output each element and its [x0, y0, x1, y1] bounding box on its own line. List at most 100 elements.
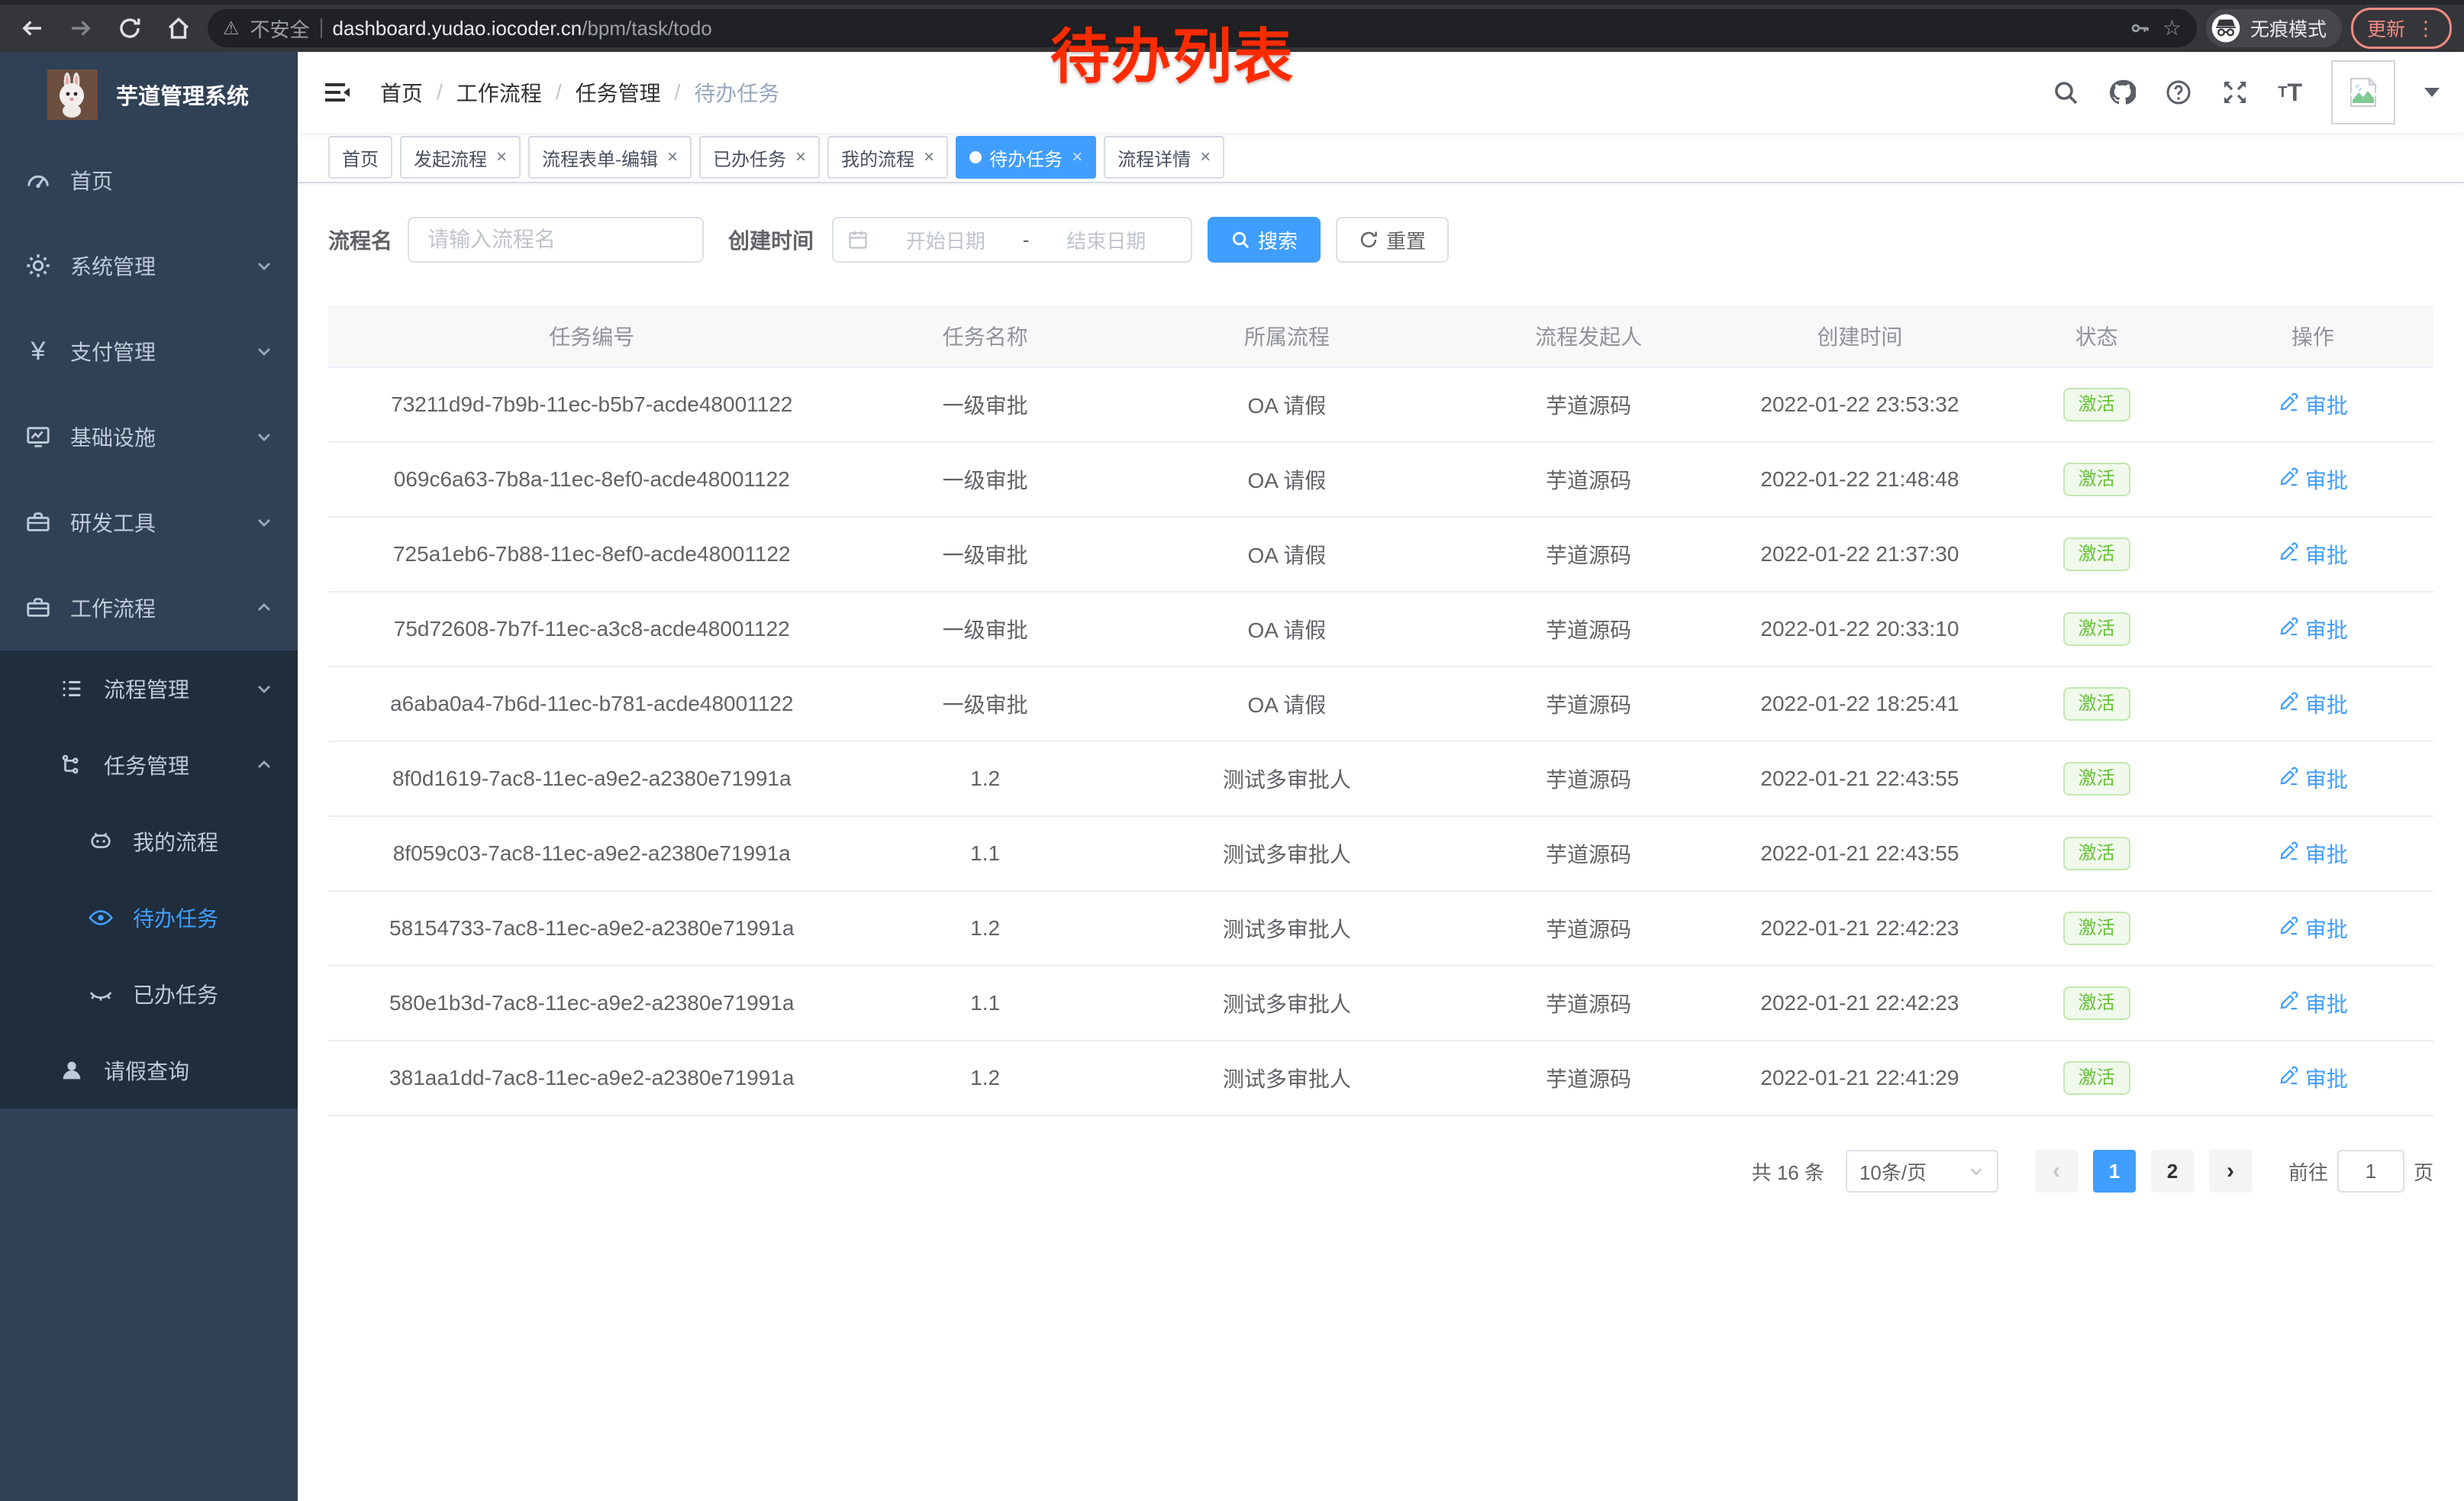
- cell-created: 2022-01-21 22:42:23: [1718, 966, 2001, 1041]
- page-button-1[interactable]: 1: [2093, 1150, 2136, 1193]
- fullscreen-icon[interactable]: [2221, 79, 2249, 106]
- approve-link[interactable]: 审批: [2278, 1063, 2348, 1093]
- close-icon[interactable]: ×: [495, 148, 507, 166]
- process-name-input[interactable]: [408, 217, 704, 263]
- status-badge: 激活: [2063, 537, 2130, 571]
- search-icon[interactable]: [2052, 79, 2079, 106]
- sidebar-item-12[interactable]: 请假查询: [0, 1032, 298, 1109]
- reset-button[interactable]: 重置: [1336, 217, 1449, 263]
- tab-4[interactable]: 已办任务×: [699, 136, 820, 179]
- sidebar-toggle-icon[interactable]: [322, 77, 353, 108]
- app-logo[interactable]: 芋道管理系统: [0, 52, 298, 137]
- page-unit-label: 页: [2414, 1157, 2433, 1186]
- breadcrumb-separator: /: [675, 80, 681, 105]
- list-icon: [58, 675, 85, 702]
- cell-created: 2022-01-22 21:37:30: [1718, 517, 2001, 592]
- page-size-select[interactable]: 10条/页: [1846, 1150, 1998, 1193]
- sidebar-item-10[interactable]: 待办任务: [0, 880, 298, 956]
- search-button[interactable]: 搜索: [1208, 217, 1321, 263]
- tab-5[interactable]: 我的流程×: [827, 136, 948, 179]
- edit-icon: [2278, 392, 2299, 418]
- sidebar-item-label: 流程管理: [104, 673, 255, 704]
- help-icon[interactable]: [2165, 79, 2192, 106]
- approve-link[interactable]: 审批: [2278, 913, 2348, 944]
- approve-link[interactable]: 审批: [2278, 988, 2348, 1018]
- approve-link[interactable]: 审批: [2278, 539, 2348, 570]
- github-icon[interactable]: [2108, 79, 2136, 106]
- pagination: 共 16 条 10条/页 ‹ 12 › 前往 页: [328, 1150, 2433, 1238]
- sidebar-item-2[interactable]: 系统管理: [0, 223, 298, 308]
- tab-2[interactable]: 发起流程×: [400, 136, 521, 179]
- date-range-input[interactable]: 开始日期 - 结束日期: [832, 217, 1192, 263]
- browser-menu-icon[interactable]: ⋮: [2416, 17, 2436, 40]
- sidebar-item-1[interactable]: 首页: [0, 137, 298, 223]
- page-button-2[interactable]: 2: [2151, 1150, 2194, 1193]
- avatar[interactable]: [2331, 60, 2395, 124]
- cell-starter: 芋道源码: [1459, 367, 1718, 442]
- url-domain: dashboard.yudao.iocoder.cn: [333, 17, 582, 40]
- toolbox-icon: [24, 508, 52, 536]
- font-size-icon[interactable]: TT: [2278, 80, 2302, 105]
- sidebar-item-label: 研发工具: [70, 507, 255, 537]
- approve-link[interactable]: 审批: [2278, 464, 2348, 495]
- browser-reload-button[interactable]: [110, 8, 150, 48]
- cell-starter: 芋道源码: [1459, 517, 1718, 592]
- caret-down-icon[interactable]: [2424, 88, 2440, 97]
- close-icon[interactable]: ×: [922, 148, 934, 166]
- approve-link[interactable]: 审批: [2278, 614, 2348, 644]
- tab-3[interactable]: 流程表单-编辑×: [528, 136, 692, 179]
- cell-name: 1.1: [856, 966, 1115, 1041]
- column-header-1: 任务编号: [328, 305, 856, 367]
- cell-starter: 芋道源码: [1459, 891, 1718, 966]
- tab-label: 待办任务: [989, 144, 1063, 171]
- close-icon[interactable]: ×: [1070, 148, 1082, 166]
- breadcrumb-item-1[interactable]: 首页: [380, 77, 423, 108]
- column-header-7: 操作: [2192, 305, 2433, 367]
- breadcrumb-item-3[interactable]: 任务管理: [576, 77, 661, 108]
- next-page-button[interactable]: ›: [2209, 1150, 2252, 1193]
- sidebar-item-11[interactable]: 已办任务: [0, 956, 298, 1032]
- annotation-text: 待办列表: [1050, 9, 1295, 95]
- table-row: 8f0d1619-7ac8-11ec-a9e2-a2380e71991a1.2测…: [328, 741, 2433, 816]
- approve-label: 审批: [2305, 763, 2348, 794]
- sidebar-item-4[interactable]: 基础设施: [0, 394, 298, 479]
- approve-link[interactable]: 审批: [2278, 763, 2348, 794]
- sidebar-item-8[interactable]: 任务管理: [0, 727, 298, 803]
- cell-action: 审批: [2192, 367, 2433, 442]
- approve-label: 审批: [2305, 913, 2348, 944]
- browser-forward-button[interactable]: [61, 8, 101, 48]
- cell-created: 2022-01-21 22:41:29: [1718, 1041, 2001, 1115]
- close-icon[interactable]: ×: [666, 148, 678, 166]
- cell-created: 2022-01-21 22:43:55: [1718, 816, 2001, 891]
- tab-6[interactable]: 待办任务 ×: [956, 136, 1096, 179]
- prev-page-button[interactable]: ‹: [2035, 1150, 2078, 1193]
- column-header-6: 状态: [2001, 305, 2192, 367]
- browser-update-button[interactable]: 更新 ⋮: [2351, 8, 2452, 49]
- column-header-4: 流程发起人: [1459, 305, 1718, 367]
- approve-link[interactable]: 审批: [2278, 689, 2348, 719]
- tab-7[interactable]: 流程详情×: [1104, 136, 1224, 179]
- tree-icon: [58, 751, 85, 779]
- close-icon[interactable]: ×: [1198, 148, 1211, 166]
- start-date-placeholder: 开始日期: [875, 226, 1017, 254]
- sidebar-item-6[interactable]: 工作流程: [0, 565, 298, 650]
- sidebar-item-label: 首页: [70, 165, 298, 195]
- goto-page-input[interactable]: [2337, 1150, 2404, 1193]
- chevron-down-icon: [1968, 1163, 1985, 1180]
- cell-starter: 芋道源码: [1459, 1041, 1718, 1115]
- bookmark-star-icon[interactable]: ☆: [2162, 18, 2182, 39]
- sidebar-item-7[interactable]: 流程管理: [0, 650, 298, 727]
- browser-back-button[interactable]: [12, 8, 52, 48]
- sidebar-item-9[interactable]: 我的流程: [0, 803, 298, 880]
- approve-link[interactable]: 审批: [2278, 838, 2348, 869]
- approve-link[interactable]: 审批: [2278, 389, 2348, 420]
- tab-1[interactable]: 首页: [328, 136, 392, 179]
- breadcrumb-item-2[interactable]: 工作流程: [456, 77, 542, 108]
- browser-home-button[interactable]: [159, 8, 198, 48]
- password-key-icon[interactable]: [2129, 17, 2152, 40]
- close-icon[interactable]: ×: [794, 148, 806, 166]
- calendar-icon: [847, 229, 869, 250]
- cell-action: 审批: [2192, 442, 2433, 517]
- sidebar-item-3[interactable]: ¥支付管理: [0, 308, 298, 394]
- sidebar-item-5[interactable]: 研发工具: [0, 479, 298, 565]
